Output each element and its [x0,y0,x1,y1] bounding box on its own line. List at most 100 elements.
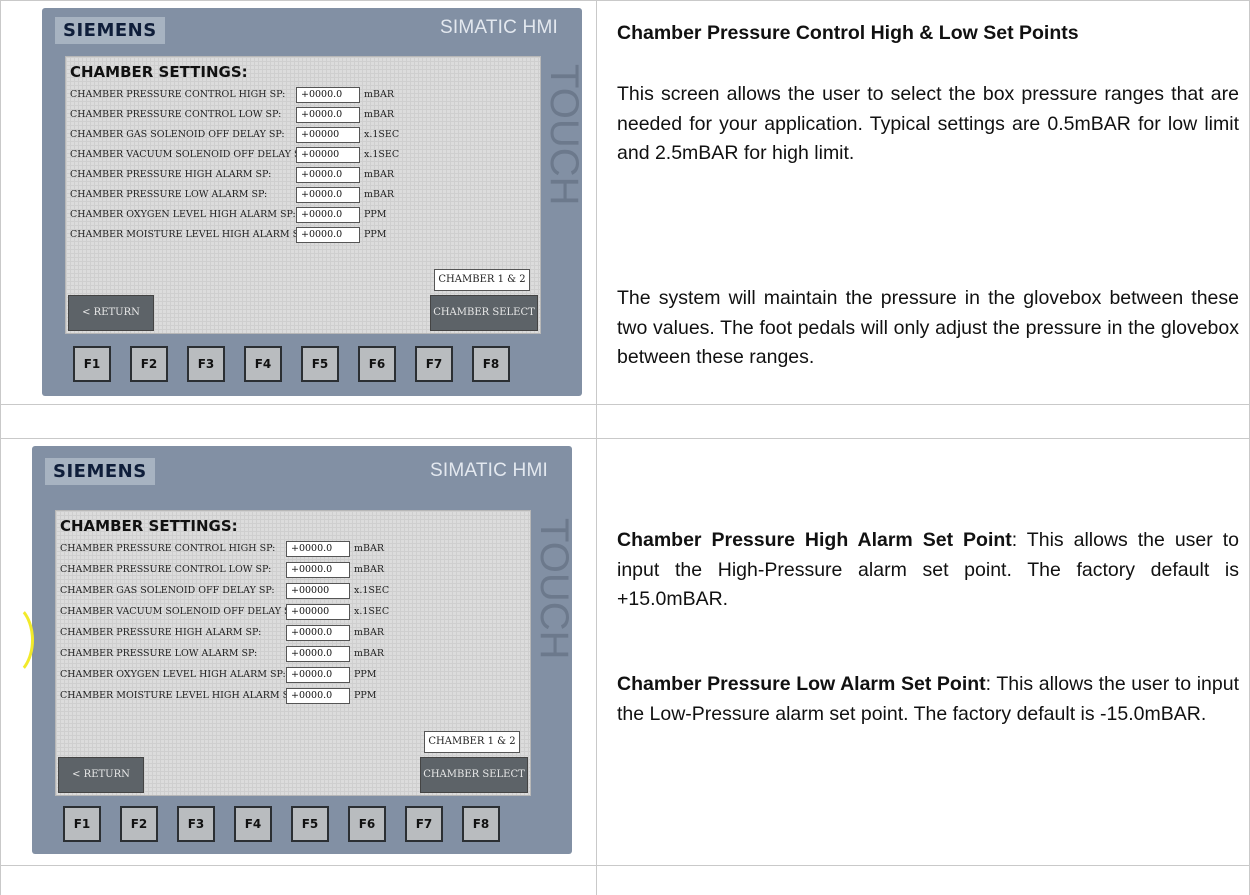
setting-value-field[interactable]: +0000.0 [296,107,360,123]
page-caption-fragment [0,0,1250,8]
table-rule [0,438,1250,439]
setting-label: CHAMBER PRESSURE CONTROL LOW SP: [70,109,282,120]
setting-row: CHAMBER MOISTURE LEVEL HIGH ALARM SP: +0… [70,227,530,244]
return-button[interactable]: < RETURN [58,757,144,793]
table-rule [0,0,1,895]
f8-key[interactable]: F8 [462,806,500,842]
setting-value-field[interactable]: +00000 [286,583,350,599]
setting-unit: x.1SEC [354,585,390,596]
f1-key[interactable]: F1 [63,806,101,842]
setting-label: CHAMBER GAS SOLENOID OFF DELAY SP: [70,129,285,140]
hmi-panel-2: SIEMENS SIMATIC HMI TOUCH CHAMBER SETTIN… [32,446,572,854]
f5-key[interactable]: F5 [291,806,329,842]
setting-label: CHAMBER PRESSURE LOW ALARM SP: [70,189,268,200]
simatic-hmi-label: SIMATIC HMI [440,17,558,38]
siemens-logo: SIEMENS [45,458,155,485]
setting-row: CHAMBER VACUUM SOLENOID OFF DELAY SP: +0… [60,604,520,621]
setting-unit: mBAR [354,564,385,575]
chamber-selection-display: CHAMBER 1 & 2 [424,731,520,753]
f3-key[interactable]: F3 [187,346,225,382]
f1-key[interactable]: F1 [73,346,111,382]
setting-unit: mBAR [354,543,385,554]
setting-unit: PPM [364,209,387,220]
setting-value-field[interactable]: +0000.0 [286,625,350,641]
setting-row: CHAMBER PRESSURE CONTROL LOW SP: +0000.0… [60,562,520,579]
setting-row: CHAMBER GAS SOLENOID OFF DELAY SP: +0000… [60,583,520,600]
definition-high-alarm: Chamber Pressure High Alarm Set Point: T… [617,526,1239,615]
setting-label: CHAMBER VACUUM SOLENOID OFF DELAY SP: [70,149,310,160]
setting-label: CHAMBER PRESSURE CONTROL HIGH SP: [60,543,276,554]
setting-row: CHAMBER PRESSURE CONTROL HIGH SP: +0000.… [70,87,530,104]
f5-key[interactable]: F5 [301,346,339,382]
setting-label: CHAMBER PRESSURE CONTROL HIGH SP: [70,89,286,100]
hmi-screen: CHAMBER SETTINGS: CHAMBER PRESSURE CONTR… [55,510,531,796]
table-rule [0,0,1250,1]
term-low-alarm: Chamber Pressure Low Alarm Set Point [617,673,986,695]
setting-row: CHAMBER PRESSURE CONTROL LOW SP: +0000.0… [70,107,530,124]
setting-unit: mBAR [364,89,395,100]
setting-label: CHAMBER MOISTURE LEVEL HIGH ALARM SP: [60,690,299,701]
setting-row: CHAMBER GAS SOLENOID OFF DELAY SP: +0000… [70,127,530,144]
setting-value-field[interactable]: +00000 [296,127,360,143]
setting-value-field[interactable]: +0000.0 [286,688,350,704]
f7-key[interactable]: F7 [405,806,443,842]
f6-key[interactable]: F6 [358,346,396,382]
setting-value-field[interactable]: +0000.0 [296,87,360,103]
screen-title: CHAMBER SETTINGS: [60,517,238,535]
f8-key[interactable]: F8 [472,346,510,382]
chamber-select-button[interactable]: CHAMBER SELECT [430,295,538,331]
setting-unit: x.1SEC [354,606,390,617]
setting-row: CHAMBER PRESSURE LOW ALARM SP: +0000.0 m… [70,187,530,204]
setting-row: CHAMBER PRESSURE HIGH ALARM SP: +0000.0 … [70,167,530,184]
f2-key[interactable]: F2 [120,806,158,842]
setting-unit: PPM [354,669,377,680]
setting-unit: PPM [364,229,387,240]
setting-value-field[interactable]: +0000.0 [286,646,350,662]
setting-value-field[interactable]: +00000 [296,147,360,163]
hmi-panel-1: SIEMENS SIMATIC HMI TOUCH CHAMBER SETTIN… [42,8,582,396]
f3-key[interactable]: F3 [177,806,215,842]
setting-value-field[interactable]: +0000.0 [296,167,360,183]
setting-label: CHAMBER PRESSURE LOW ALARM SP: [60,648,258,659]
setting-value-field[interactable]: +0000.0 [286,541,350,557]
setting-row: CHAMBER OXYGEN LEVEL HIGH ALARM SP: +000… [60,667,520,684]
setting-value-field[interactable]: +0000.0 [286,667,350,683]
setting-row: CHAMBER MOISTURE LEVEL HIGH ALARM SP: +0… [60,688,520,705]
f2-key[interactable]: F2 [130,346,168,382]
simatic-hmi-label: SIMATIC HMI [430,460,548,481]
screen-title: CHAMBER SETTINGS: [70,63,248,81]
setting-unit: x.1SEC [364,129,400,140]
return-button[interactable]: < RETURN [68,295,154,331]
setting-value-field[interactable]: +00000 [286,604,350,620]
hmi-screen: CHAMBER SETTINGS: CHAMBER PRESSURE CONTR… [65,56,541,334]
setting-value-field[interactable]: +0000.0 [296,207,360,223]
f7-key[interactable]: F7 [415,346,453,382]
setting-label: CHAMBER OXYGEN LEVEL HIGH ALARM SP: [60,669,286,680]
function-key-row: F1 F2 F3 F4 F5 F6 F7 F8 [63,806,533,844]
setting-value-field[interactable]: +0000.0 [296,187,360,203]
setting-value-field[interactable]: +0000.0 [286,562,350,578]
section-paragraph: This screen allows the user to select th… [617,83,1239,164]
setting-unit: mBAR [364,169,395,180]
setting-unit: mBAR [354,648,385,659]
definition-low-alarm: Chamber Pressure Low Alarm Set Point: Th… [617,670,1239,729]
setting-unit: mBAR [364,109,395,120]
f4-key[interactable]: F4 [234,806,272,842]
table-rule [0,404,1250,405]
setting-value-field[interactable]: +0000.0 [296,227,360,243]
siemens-logo: SIEMENS [55,17,165,44]
f6-key[interactable]: F6 [348,806,386,842]
f4-key[interactable]: F4 [244,346,282,382]
setting-label: CHAMBER GAS SOLENOID OFF DELAY SP: [60,585,275,596]
function-key-row: F1 F2 F3 F4 F5 F6 F7 F8 [73,346,543,384]
setting-unit: mBAR [354,627,385,638]
section-heading: Chamber Pressure Control High & Low Set … [617,22,1079,44]
touch-label: TOUCH [532,518,572,660]
setting-label: CHAMBER PRESSURE HIGH ALARM SP: [60,627,262,638]
setting-label: CHAMBER OXYGEN LEVEL HIGH ALARM SP: [70,209,296,220]
chamber-select-button[interactable]: CHAMBER SELECT [420,757,528,793]
setting-row: CHAMBER PRESSURE LOW ALARM SP: +0000.0 m… [60,646,520,663]
term-high-alarm: Chamber Pressure High Alarm Set Point [617,529,1012,551]
setting-label: CHAMBER MOISTURE LEVEL HIGH ALARM SP: [70,229,309,240]
setting-label: CHAMBER PRESSURE CONTROL LOW SP: [60,564,272,575]
